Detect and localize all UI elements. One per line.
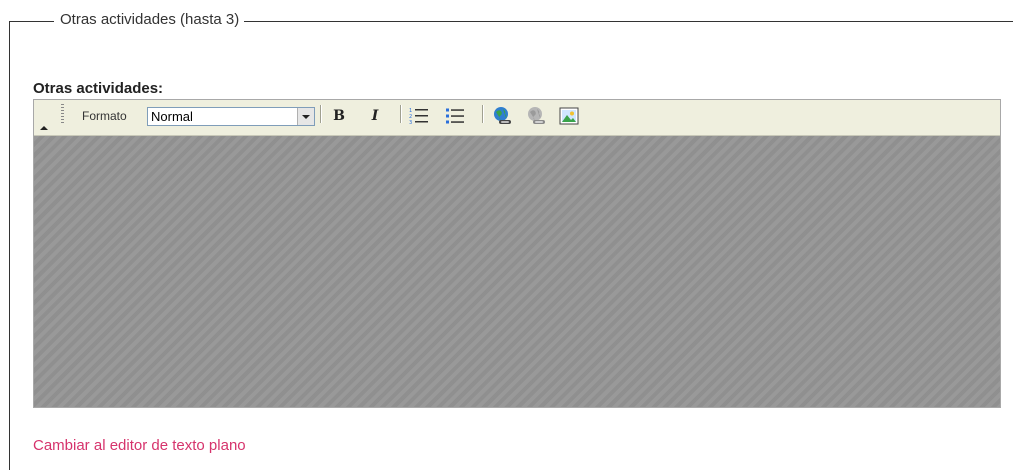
remove-link-icon [528, 107, 545, 124]
fieldset-legend: Otras actividades (hasta 3) [54, 10, 245, 30]
italic-icon: I [371, 108, 379, 124]
toolbar-grip [61, 104, 64, 124]
editor-content-area[interactable] [34, 136, 1000, 407]
collapse-toolbar-icon [40, 126, 48, 130]
insert-link-icon [494, 107, 511, 124]
toolbar-separator [482, 105, 484, 123]
insert-link-button[interactable] [491, 105, 513, 127]
bold-button[interactable]: B [328, 105, 350, 127]
unordered-list-button[interactable] [444, 105, 466, 127]
format-select-value: Normal [151, 109, 193, 124]
bold-icon: B [333, 108, 345, 124]
switch-to-plain-text-link[interactable]: Cambiar al editor de texto plano [33, 437, 246, 455]
chevron-down-icon[interactable] [297, 108, 314, 125]
ordered-list-icon: 1 2 3 [409, 108, 428, 125]
italic-button[interactable]: I [364, 105, 386, 127]
ordered-list-button[interactable]: 1 2 3 [408, 105, 430, 127]
unordered-list-icon [446, 108, 464, 124]
svg-text:3: 3 [409, 120, 412, 125]
insert-image-icon [559, 107, 579, 125]
toolbar-separator [320, 105, 322, 123]
page: Otras actividades (hasta 3) Otras activi… [0, 0, 1013, 470]
insert-image-button[interactable] [558, 105, 580, 127]
format-label: Formato [82, 109, 127, 123]
collapse-toolbar-button[interactable] [34, 100, 54, 135]
editor-toolbar: Formato Normal B I 1 2 3 [34, 100, 1000, 136]
field-label: Otras actividades: [33, 80, 164, 97]
toolbar-separator [400, 105, 402, 123]
rich-text-editor: Formato Normal B I 1 2 3 [33, 99, 1001, 408]
fieldset-border-left [9, 21, 10, 470]
format-select[interactable]: Normal [147, 107, 315, 126]
remove-link-button[interactable] [525, 105, 547, 127]
